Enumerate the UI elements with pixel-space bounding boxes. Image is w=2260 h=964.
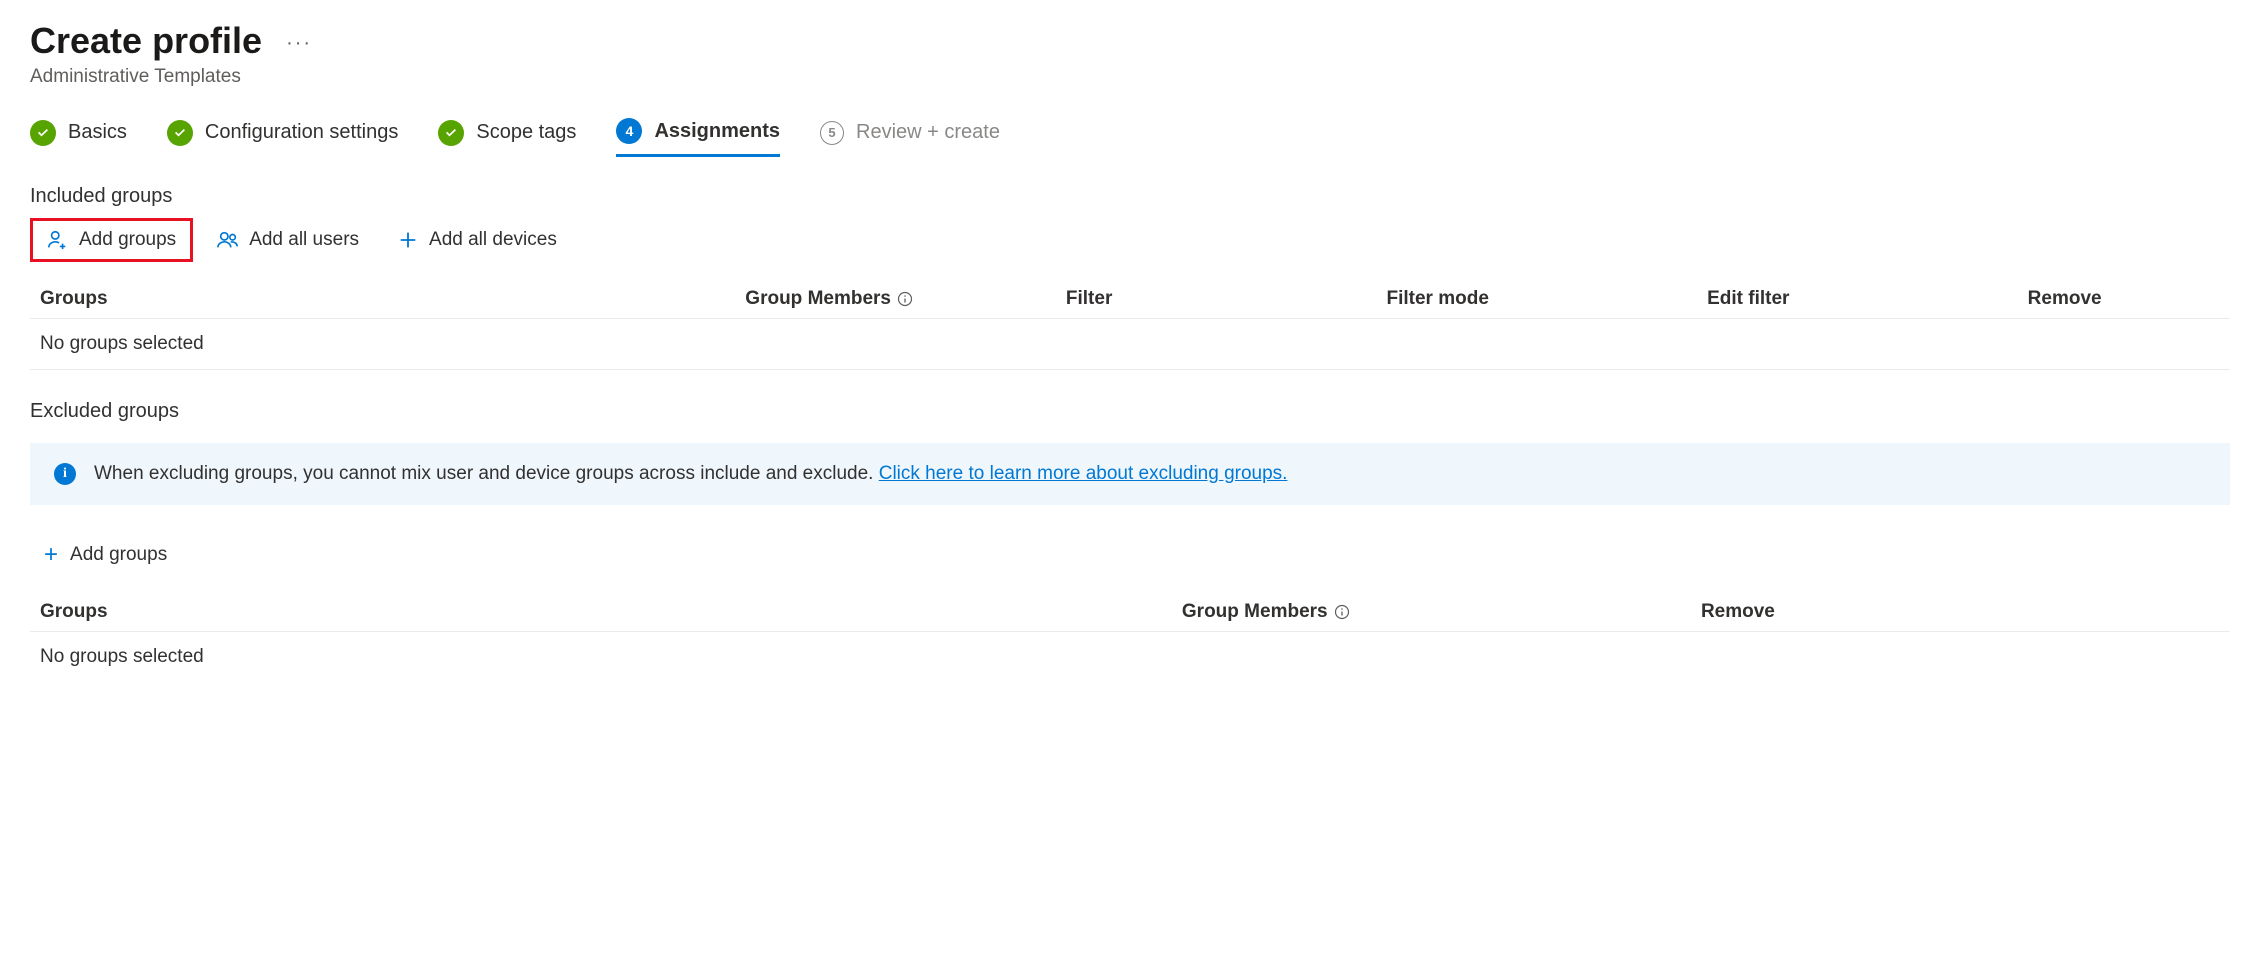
step-label: Scope tags [476,121,576,144]
info-link[interactable]: Click here to learn more about excluding… [879,463,1288,484]
col-groups: Groups [40,288,745,310]
info-banner: i When excluding groups, you cannot mix … [30,443,2230,505]
excluded-table-header: Groups Group Members Remove [30,593,2230,632]
info-icon: i [54,463,76,485]
included-table-header: Groups Group Members Filter Filter mode … [30,280,2230,319]
info-icon[interactable] [897,291,913,307]
page-subtitle: Administrative Templates [30,66,2230,88]
step-label: Review + create [856,121,1000,144]
included-toolbar: Add groups Add all users Add all devices [30,218,2230,262]
plus-icon: + [44,543,58,567]
person-add-icon [47,229,69,251]
step-number-badge: 5 [820,121,844,145]
check-icon [167,120,193,146]
included-groups-title: Included groups [30,185,2230,208]
info-text: When excluding groups, you cannot mix us… [94,463,1287,485]
add-all-devices-button[interactable]: Add all devices [383,221,571,259]
col-edit-filter: Edit filter [1707,288,2028,310]
col-remove: Remove [2028,288,2220,310]
col-group-members: Group Members [1182,601,1701,623]
add-all-users-button[interactable]: Add all users [203,221,373,259]
excluded-add-groups-button[interactable]: + Add groups [30,535,2230,575]
more-options-icon[interactable]: ··· [282,28,316,59]
button-label: Add groups [70,544,167,566]
col-group-members: Group Members [745,288,1066,310]
step-review-create[interactable]: 5 Review + create [820,121,1000,155]
empty-text: No groups selected [40,646,2220,668]
empty-text: No groups selected [40,333,2220,355]
info-icon[interactable] [1334,604,1350,620]
step-label: Assignments [654,120,780,143]
col-filter: Filter [1066,288,1387,310]
button-label: Add groups [79,229,176,251]
check-icon [30,120,56,146]
plus-icon [397,229,419,251]
step-label: Configuration settings [205,121,398,144]
step-assignments[interactable]: 4 Assignments [616,118,780,157]
step-label: Basics [68,121,127,144]
excluded-groups-title: Excluded groups [30,400,2230,423]
step-configuration-settings[interactable]: Configuration settings [167,120,398,156]
col-remove: Remove [1701,601,2220,623]
button-label: Add all users [249,229,359,251]
included-empty-row: No groups selected [30,319,2230,370]
add-groups-button[interactable]: Add groups [30,218,193,262]
excluded-empty-row: No groups selected [30,632,2230,682]
col-filter-mode: Filter mode [1386,288,1707,310]
col-groups: Groups [40,601,1182,623]
page-title: Create profile [30,20,262,62]
step-basics[interactable]: Basics [30,120,127,156]
step-number-badge: 4 [616,118,642,144]
button-label: Add all devices [429,229,557,251]
check-icon [438,120,464,146]
wizard-steps: Basics Configuration settings Scope tags… [30,118,2230,157]
step-scope-tags[interactable]: Scope tags [438,120,576,156]
people-icon [217,229,239,251]
